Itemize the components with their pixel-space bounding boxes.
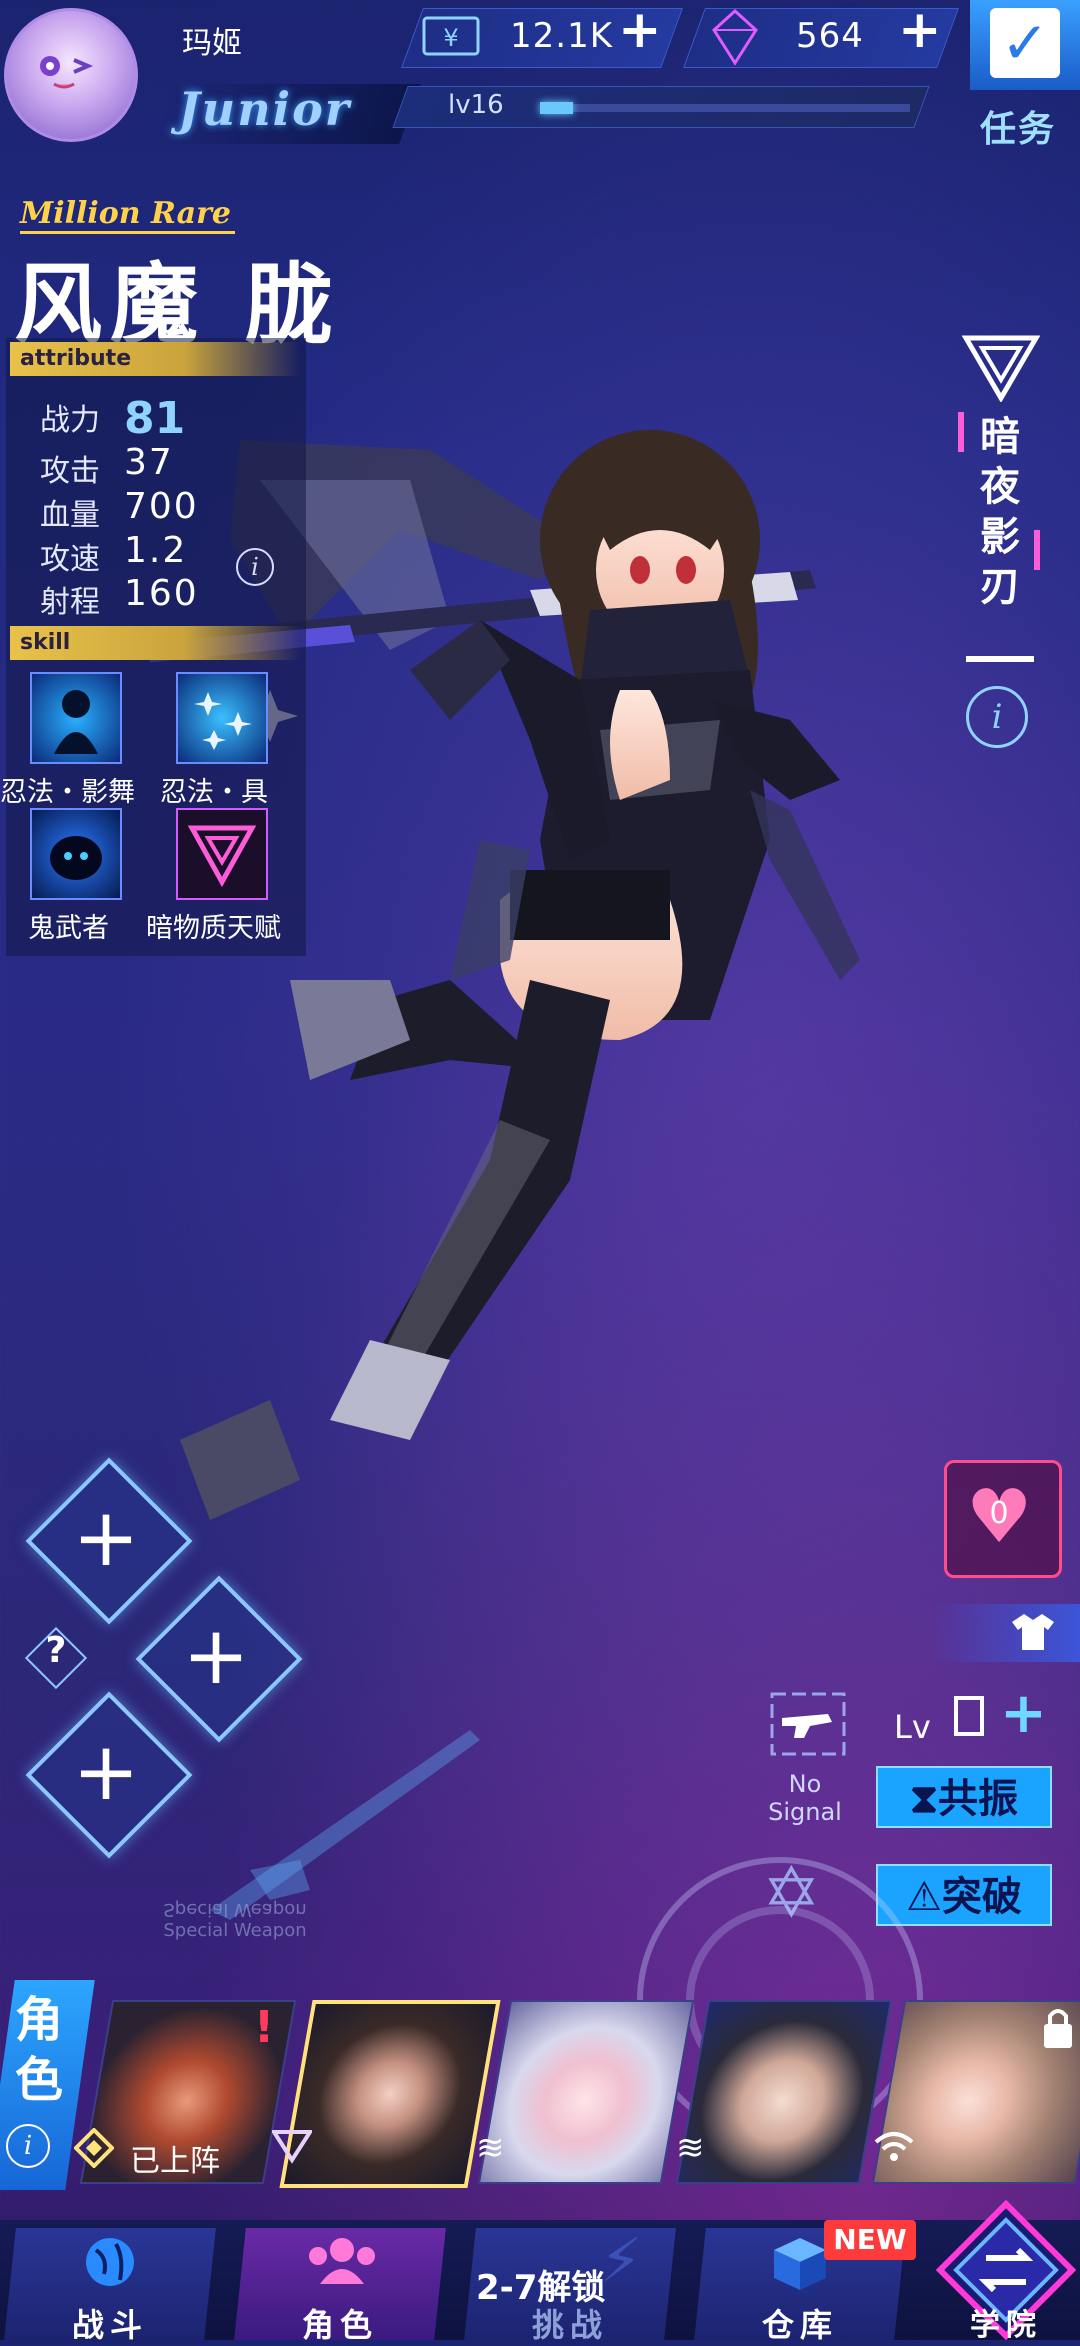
roster-card-2[interactable]: [279, 2000, 501, 2188]
player-rank: Junior: [178, 82, 352, 136]
nav-character-label: 角色: [301, 2306, 378, 2344]
title-accent-right: [1034, 530, 1040, 570]
character-title-char-2: 夜: [980, 464, 1020, 510]
team-icon: [309, 2238, 375, 2284]
oni-warrior-icon: [50, 836, 102, 880]
skill-3-label: 鬼武者: [28, 913, 109, 944]
skill-1-label: 忍法・影舞: [0, 777, 135, 808]
character-title-char-3: 影: [980, 514, 1020, 560]
lightning-icon: ⚡: [600, 2226, 643, 2296]
nav-warehouse-label: 仓库: [761, 2306, 838, 2344]
special-weapon-label: Special Weapon Special Weapon: [150, 1898, 320, 1942]
nav-battle-label: 战斗: [71, 2306, 148, 2344]
character-title: 暗 夜 影 刃: [978, 412, 1022, 612]
roster-tab-label: 角色: [14, 1992, 63, 2108]
resonate-button[interactable]: ⧗共振: [876, 1766, 1052, 1828]
skill-1-button[interactable]: [30, 672, 122, 764]
avatar-face-icon: [40, 56, 94, 89]
lock-icon: [1044, 2009, 1072, 2048]
skill-2-button[interactable]: [176, 672, 268, 764]
roster-info-icon[interactable]: i: [6, 2124, 50, 2168]
ninja-silhouette-icon: [54, 690, 98, 754]
stat-label-power: 战力: [40, 403, 100, 438]
outfit-button[interactable]: [930, 1604, 1080, 1662]
character-title-char-1: 暗: [980, 414, 1020, 460]
rarity-label: Million Rare: [20, 196, 236, 234]
weapon-gun-icon[interactable]: [770, 1692, 846, 1756]
shirt-icon: [1012, 1614, 1054, 1650]
skill-header: skill: [10, 626, 300, 660]
skill-4-label: 暗物质天赋: [146, 913, 281, 944]
roster-card-4-class-icon: ≋: [676, 2128, 705, 2168]
new-badge: NEW: [824, 2220, 916, 2260]
stats-info-icon[interactable]: i: [236, 548, 274, 586]
roster-card-1-alert: !: [254, 2002, 275, 2053]
stat-value-hp: 700: [124, 486, 199, 527]
level-progress-track: [540, 104, 910, 112]
stat-value-range: 160: [124, 573, 199, 614]
deployed-diamond-icon: [74, 2128, 114, 2168]
character-info-icon[interactable]: i: [966, 686, 1028, 748]
stat-label-hp: 血量: [40, 498, 100, 533]
svg-text:¥: ¥: [443, 24, 458, 52]
special-weapon-label-line-2: Special Weapon: [163, 1920, 307, 1941]
globe-icon: [86, 2238, 134, 2286]
weapon-level-value: 0: [954, 1696, 984, 1736]
wifi-icon: [874, 2132, 914, 2161]
title-divider: [966, 656, 1034, 662]
add-gem-button[interactable]: +: [898, 0, 942, 60]
hourglass-icon: ⧗: [909, 1776, 939, 1822]
player-name: 玛姬: [182, 26, 242, 61]
title-accent-left: [958, 412, 964, 452]
checkmark-icon: ✓: [990, 8, 1060, 78]
character-title-char-4: 刃: [980, 564, 1020, 610]
breakthrough-label: 突破: [941, 1874, 1022, 1920]
roster-card-3[interactable]: [477, 2000, 695, 2184]
stat-value-attack: 37: [124, 442, 174, 483]
cash-amount: 12.1K: [510, 16, 613, 56]
deployed-label: 已上阵: [130, 2144, 220, 2179]
weapon-status: No Signal: [768, 1770, 842, 1826]
skill-3-button[interactable]: [30, 808, 122, 900]
affection-value: 0: [989, 1496, 1009, 1531]
cash-icon: ¥: [422, 16, 480, 56]
roster-card-4[interactable]: [675, 2000, 893, 2184]
triangle-emblem-icon: [187, 825, 257, 888]
skill-2-label: 忍法・具: [160, 777, 268, 808]
nav-challenge-label: 挑战: [531, 2306, 608, 2344]
weapon-level-up-button[interactable]: +: [1000, 1686, 1047, 1742]
roster-card-3-class-icon: ≋: [476, 2128, 505, 2168]
add-cash-button[interactable]: +: [618, 0, 662, 60]
top-bar: 玛姬 Junior lv16 ¥ 12.1K + 564 + ✓ 任务: [0, 0, 1080, 150]
stat-label-attack-speed: 攻速: [40, 542, 100, 577]
skill-4-button[interactable]: [176, 808, 268, 900]
help-label: ?: [45, 1630, 67, 1671]
faction-emblem-icon: [962, 335, 1040, 402]
mission-label: 任务: [980, 109, 1057, 150]
stat-label-range: 射程: [40, 585, 100, 620]
add-equip-3-icon: +: [72, 1725, 140, 1818]
attribute-header: attribute: [10, 342, 300, 376]
resonate-label: 共振: [938, 1776, 1019, 1822]
stat-value-attack-speed: 1.2: [124, 530, 188, 571]
gem-amount: 564: [796, 16, 864, 56]
weapon-level-label: Lv: [894, 1708, 931, 1746]
roster-card-2-class-icon: [272, 2130, 312, 2164]
nav-academy-label: 学院: [970, 2308, 1042, 2343]
special-weapon-silhouette: [210, 1730, 480, 1920]
cube-icon: [774, 2238, 826, 2290]
special-weapon-label-line-1: Special Weapon: [163, 1899, 307, 1920]
player-level: lv16: [448, 90, 504, 120]
stat-label-attack: 攻击: [40, 454, 100, 489]
level-progress-fill: [540, 102, 573, 114]
shuriken-icon: [194, 692, 252, 750]
gem-icon: [712, 8, 758, 66]
stat-value-power: 81: [124, 393, 186, 444]
